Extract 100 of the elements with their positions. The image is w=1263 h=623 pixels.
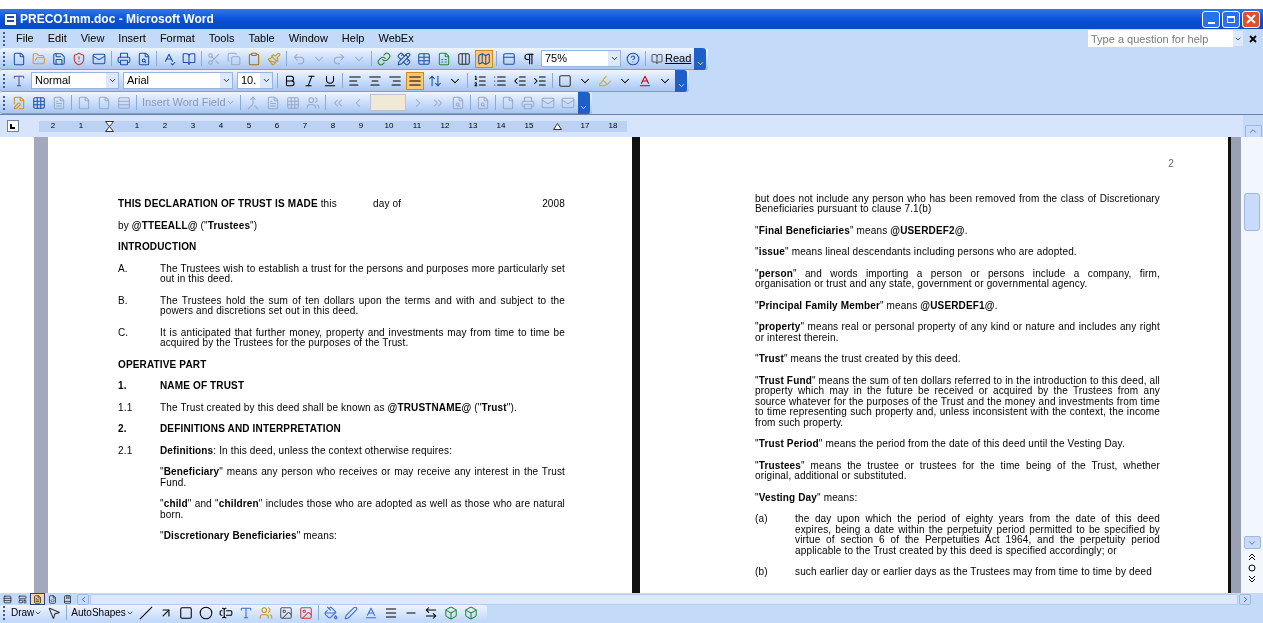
- paragraph: The Trust created by this deed shall be known as @TRUSTNAME@ ("Trust").: [160, 402, 518, 413]
- ruler-number: 12: [439, 120, 451, 132]
- font-size-select[interactable]: 10.: [237, 72, 273, 89]
- caret-icon: [609, 54, 619, 63]
- paragraph: "Final Beneficiaries" means @USERDEF2@.: [755, 225, 969, 236]
- scroll-right-button[interactable]: [1239, 593, 1251, 605]
- ruler-number: 10: [383, 120, 395, 132]
- clause-number: B.: [118, 295, 129, 308]
- menu-item[interactable]: Insert: [111, 30, 153, 47]
- ruler-number: 15: [523, 120, 535, 132]
- clause-number: C.: [118, 327, 130, 340]
- close-icon: [1246, 14, 1256, 24]
- section-heading: INTRODUCTION: [118, 242, 198, 253]
- ruler-number: 6: [273, 120, 281, 132]
- paragraph: "person" and words importing a person or persons include a company, firm, organisation or trust and any state, government or governmental agency.: [755, 268, 1160, 290]
- view-button[interactable]: [30, 593, 45, 605]
- paragraph: It is anticipated that further money, property and investments may from time to time be acquired by the Trustees for the purposes of the Trust.: [160, 327, 565, 349]
- menu-item[interactable]: File: [9, 30, 41, 47]
- clause-number: (b): [755, 567, 769, 578]
- clause-heading: NAME OF TRUST: [160, 381, 245, 392]
- view-button[interactable]: [0, 593, 15, 605]
- paragraph: "property" means real or personal property of any kind or nature and includes any right or interest therein.: [755, 322, 1160, 343]
- ruler-number: 17: [579, 120, 591, 132]
- caret-icon: [107, 76, 117, 85]
- paragraph: "Trust Fund" means the sum of ten dollars referred to in the introduction to this deed, all property which may in the future be received or acquired by the Trustees from any source whatever for the purposes of the Trust and the money and investments from time to time representing such property and, unless inconsistent with the context, the income from such property.: [755, 375, 1160, 428]
- tab-selector-icon[interactable]: [7, 120, 19, 132]
- paragraph: The Trustees hold the sum of ten dollars upon the terms and with and subject to the powers and discretions set out in this deed.: [160, 295, 565, 317]
- menu-item[interactable]: WebEx: [371, 30, 421, 47]
- clause-number: A.: [118, 263, 129, 276]
- paragraph: 2008: [542, 199, 565, 210]
- paragraph: "Trustees" means the trustee or trustees for the time being of the Trust, whether original, additional or substituted.: [755, 460, 1160, 482]
- view-button[interactable]: [15, 593, 30, 605]
- minimize-button[interactable]: [1202, 10, 1220, 28]
- paragraph: "Vesting Day" means:: [755, 492, 859, 503]
- caret-icon: [221, 76, 231, 85]
- menu-item[interactable]: Table: [241, 30, 282, 47]
- zoom-select[interactable]: 75%: [541, 50, 621, 67]
- ruler-number: 11: [411, 120, 423, 132]
- paragraph: day of: [373, 199, 403, 210]
- scroll-left-button[interactable]: [77, 593, 89, 605]
- draw-menu-button[interactable]: Draw: [9, 605, 45, 620]
- dropdown-caret-icon[interactable]: [1233, 31, 1243, 46]
- scroll-thumb[interactable]: [1244, 193, 1260, 231]
- style-select[interactable]: Normal: [31, 72, 119, 89]
- clause-number: (a): [755, 514, 769, 526]
- paragraph: "Principal Family Member" means @USERDEF1@.: [755, 300, 999, 311]
- paragraph: "Beneficiary" means any person who receives or may receive any interest in the Trust Fund.: [160, 467, 565, 488]
- paragraph: "issue" means lineal descendants including persons who are adopted.: [755, 247, 1078, 258]
- menu-item[interactable]: Window: [281, 30, 335, 47]
- document-map-icon[interactable]: [475, 49, 493, 68]
- right-indent-marker-icon[interactable]: [552, 122, 562, 130]
- toolbar-options-icon[interactable]: [577, 91, 590, 114]
- ruler-number: 7: [301, 120, 309, 132]
- help-search-field[interactable]: Type a question for help: [1088, 30, 1233, 47]
- paragraph: THIS DECLARATION OF TRUST IS MADE this: [118, 199, 338, 210]
- ruler-number: 8: [329, 120, 337, 132]
- paragraph: Definitions: In this deed, unless the context otherwise requires:: [160, 445, 454, 456]
- paragraph: The Trustees wish to establish a trust for the persons and purposes more particularly set out in this deed.: [160, 263, 565, 285]
- next-page-icon[interactable]: [1248, 575, 1256, 583]
- ruler-number: 2: [49, 120, 57, 132]
- clause-heading: DEFINITIONS AND INTERPRETATION: [160, 424, 341, 435]
- restore-button[interactable]: [1222, 10, 1240, 28]
- clause-number: 2.1: [118, 445, 134, 456]
- align-icon[interactable]: [406, 71, 424, 90]
- menu-item[interactable]: Format: [152, 30, 202, 47]
- menu-item[interactable]: Help: [334, 30, 372, 47]
- scroll-up-icon: [1248, 126, 1258, 136]
- previous-page-icon[interactable]: [1248, 553, 1256, 561]
- read-button[interactable]: Read: [648, 50, 695, 67]
- ruler-number: 18: [607, 120, 619, 132]
- close-button[interactable]: [1242, 10, 1260, 28]
- word-document-icon: [4, 12, 17, 26]
- indent-marker-icon[interactable]: [104, 120, 114, 132]
- paragraph: such earlier day or earlier days as the Trustees may from time to time by deed: [795, 567, 1153, 578]
- menu-item[interactable]: Tools: [201, 30, 242, 47]
- font-select[interactable]: Arial: [123, 72, 233, 89]
- ruler-number: 13: [467, 120, 479, 132]
- menu-item[interactable]: Edit: [40, 30, 74, 47]
- autoshapes-menu-button[interactable]: AutoShapes: [69, 605, 136, 620]
- hyperlink-icon[interactable]: [375, 49, 393, 68]
- window-title: PRECO1mm.doc - Microsoft Word: [20, 11, 215, 28]
- clause-number: 1.1: [118, 402, 134, 413]
- paragraph: but does not include any person who has been removed from the class of Discretionary Beneficiaries pursuant to clause 7.1(b): [755, 193, 1160, 215]
- ruler-number: 3: [189, 120, 197, 132]
- clause-number: 2.: [118, 424, 128, 435]
- clause-number: 1.: [118, 381, 128, 392]
- ruler-number: 2: [161, 120, 169, 132]
- menu-item[interactable]: View: [73, 30, 112, 47]
- fill-color-icon[interactable]: [321, 603, 340, 622]
- paragraph: "Trust Period" means the period from the date of this deed until the Vesting Day.: [755, 439, 1126, 450]
- toolbar-options-icon[interactable]: [694, 47, 707, 70]
- ruler-number: 5: [245, 120, 253, 132]
- section-heading: OPERATIVE PART: [118, 359, 208, 370]
- close-icon[interactable]: [1249, 34, 1257, 43]
- paragraph: the day upon which the period of eighty years from the date of this deed expires, being a date within the perpetuity period permitted to be specified by virtue of section 6 of the Perpetuities Act 1964, and the perpetuity period applicable to the Trust created by this deed is specified accordingly; or: [795, 514, 1160, 556]
- browse-object-icon[interactable]: [1248, 564, 1256, 572]
- ruler-number: 1: [133, 120, 141, 132]
- ruler-number: 4: [217, 120, 225, 132]
- ruler-number: 9: [357, 120, 365, 132]
- paragraph: "child" and "children" includes those who are adopted as well as those who are natural born.: [160, 499, 565, 520]
